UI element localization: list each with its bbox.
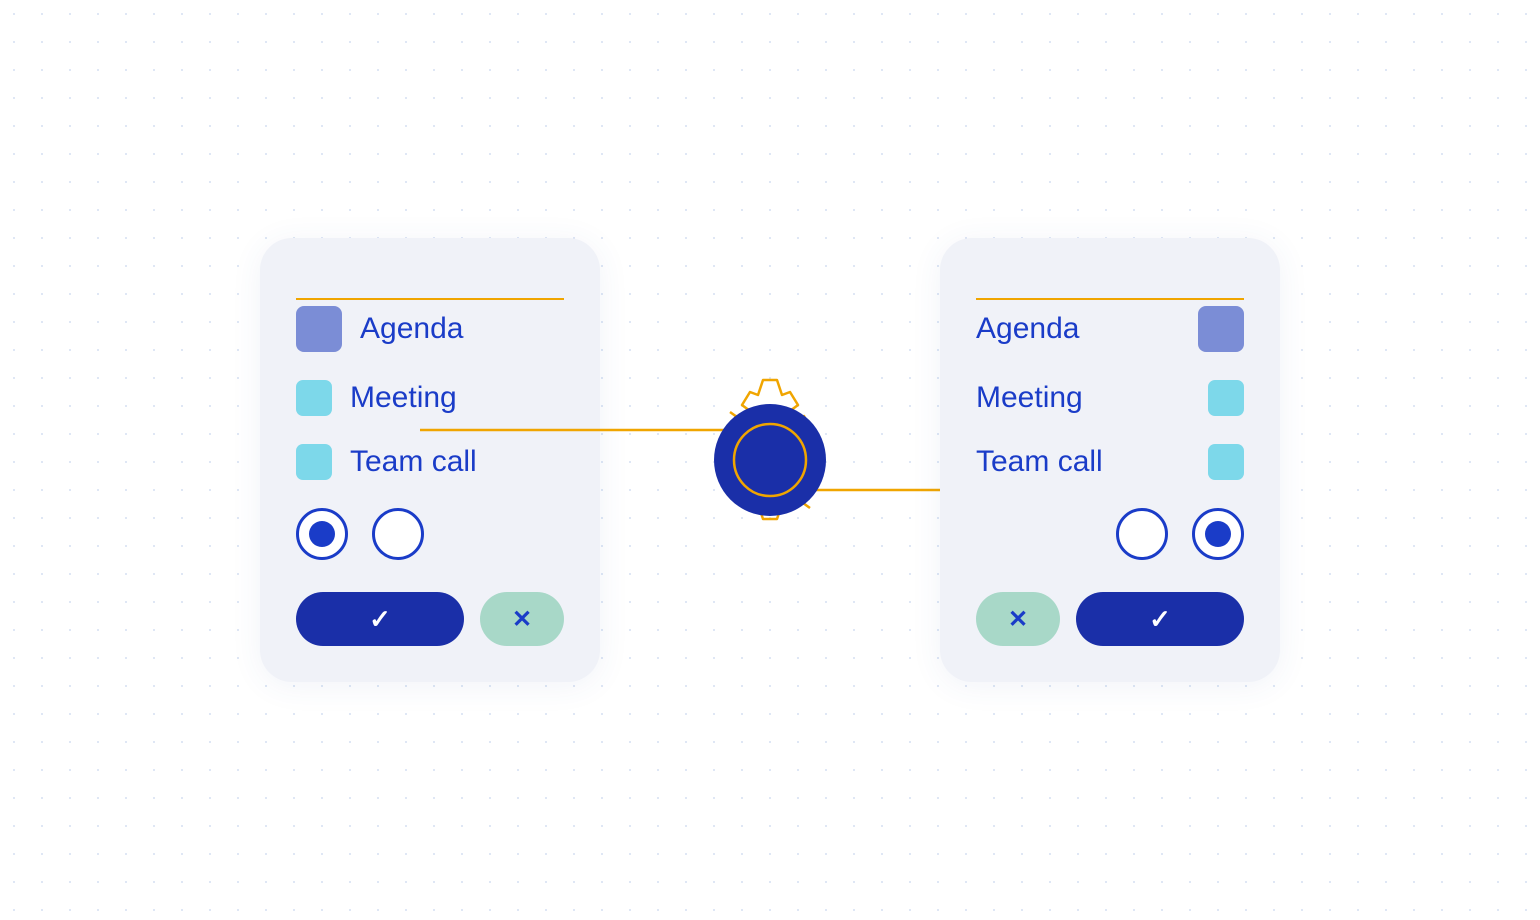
left-agenda-icon: [296, 306, 342, 352]
left-teamcall-label: Team call: [350, 445, 477, 479]
left-cancel-button[interactable]: ✕: [480, 592, 564, 646]
right-radio-2[interactable]: [1192, 508, 1244, 560]
right-agenda-label: Agenda: [976, 312, 1079, 346]
right-card: Agenda Meeting Team call ✕: [940, 238, 1280, 682]
right-teamcall-row: Team call: [976, 444, 1244, 480]
left-agenda-label: Agenda: [360, 312, 463, 346]
left-card-orange-line: [296, 298, 564, 300]
left-meeting-label: Meeting: [350, 381, 457, 415]
right-radio-2-inner: [1205, 521, 1231, 547]
right-radio-row: [976, 508, 1244, 560]
scene: Agenda Meeting Team call ✓: [0, 0, 1540, 920]
right-teamcall-label: Team call: [976, 445, 1103, 479]
right-meeting-icon: [1208, 380, 1244, 416]
right-confirm-icon: ✓: [1149, 604, 1171, 635]
right-agenda-row: Agenda: [976, 306, 1244, 352]
left-radio-1[interactable]: [296, 508, 348, 560]
left-radio-1-inner: [309, 521, 335, 547]
right-radio-1[interactable]: [1116, 508, 1168, 560]
left-meeting-icon: [296, 380, 332, 416]
left-cancel-icon: ✕: [512, 605, 532, 634]
gear-wrapper: [680, 370, 860, 550]
left-teamcall-row: Team call: [296, 444, 564, 480]
left-radio-row: [296, 508, 564, 560]
left-card-content: Agenda Meeting Team call ✓: [296, 306, 564, 646]
left-card: Agenda Meeting Team call ✓: [260, 238, 600, 682]
left-radio-2[interactable]: [372, 508, 424, 560]
center-area: [600, 370, 940, 550]
left-confirm-icon: ✓: [369, 604, 391, 635]
right-cancel-button[interactable]: ✕: [976, 592, 1060, 646]
right-teamcall-icon: [1208, 444, 1244, 480]
right-btn-row: ✕ ✓: [976, 592, 1244, 646]
right-card-orange-line: [976, 298, 1244, 300]
gear-svg: [680, 370, 860, 550]
left-btn-row: ✓ ✕: [296, 592, 564, 646]
left-teamcall-icon: [296, 444, 332, 480]
left-agenda-row: Agenda: [296, 306, 564, 352]
right-card-content: Agenda Meeting Team call ✕: [976, 306, 1244, 646]
right-confirm-button[interactable]: ✓: [1076, 592, 1244, 646]
right-meeting-label: Meeting: [976, 381, 1083, 415]
right-meeting-row: Meeting: [976, 380, 1244, 416]
right-cancel-icon: ✕: [1008, 605, 1028, 634]
right-agenda-icon: [1198, 306, 1244, 352]
left-confirm-button[interactable]: ✓: [296, 592, 464, 646]
left-meeting-row: Meeting: [296, 380, 564, 416]
